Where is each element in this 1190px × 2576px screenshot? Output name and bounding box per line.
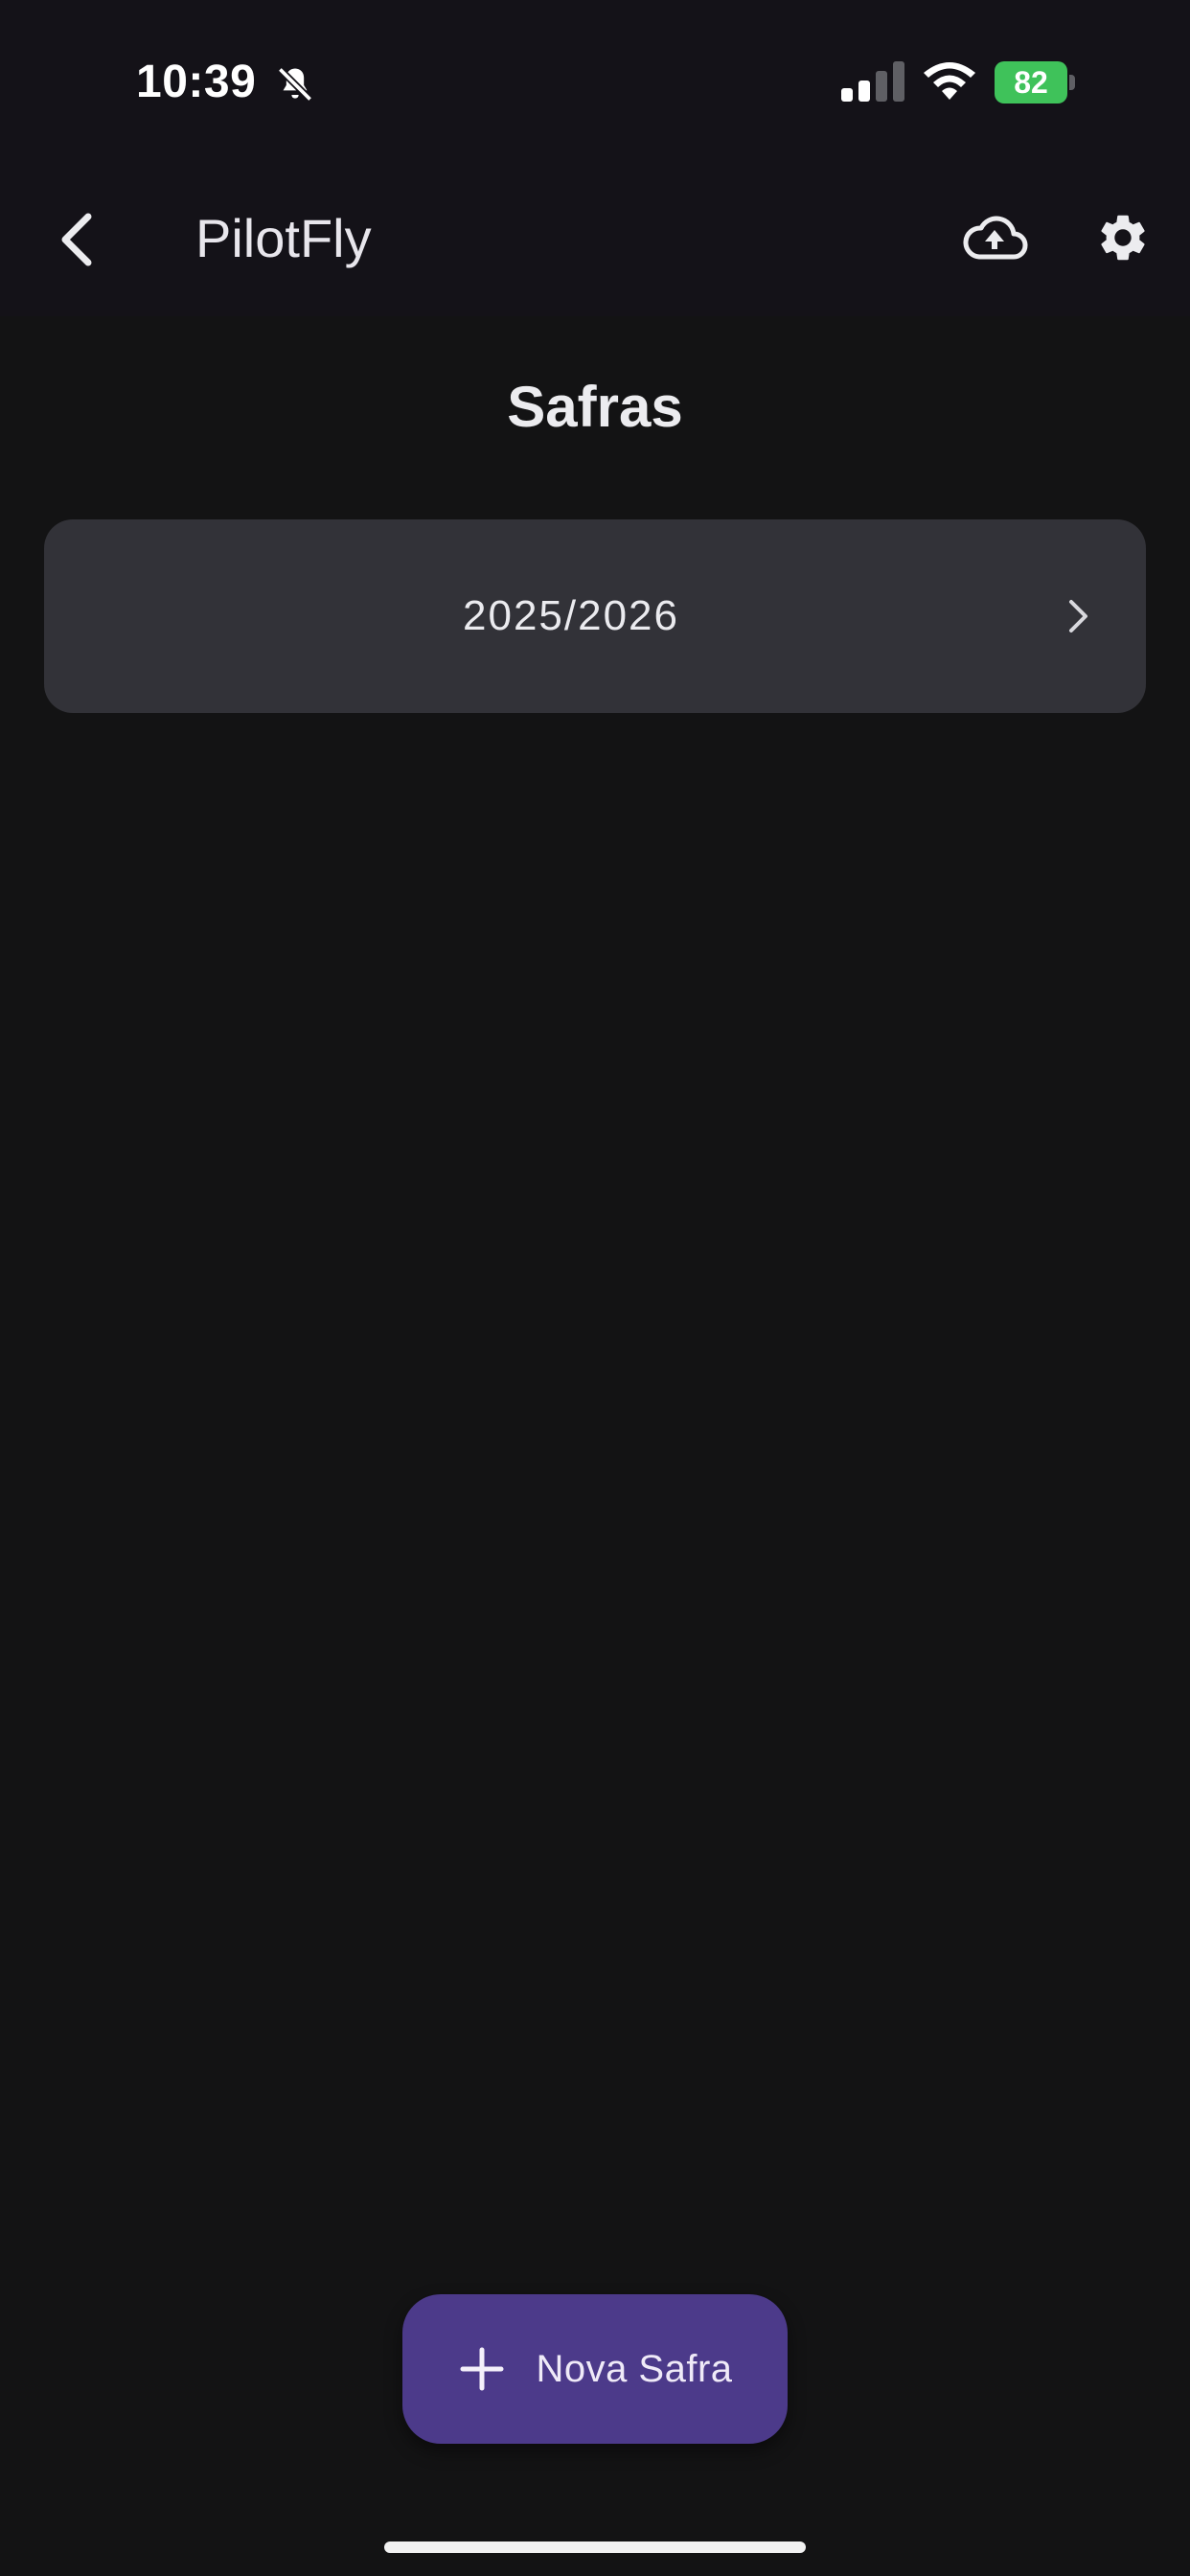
wifi-icon — [924, 62, 975, 100]
app-title: PilotFly — [195, 208, 372, 268]
signal-icon — [841, 61, 904, 102]
battery-cap — [1069, 75, 1075, 90]
bell-slash-icon — [277, 66, 313, 103]
new-season-button[interactable]: Nova Safra — [402, 2294, 788, 2444]
back-arrow-icon — [61, 213, 92, 266]
new-season-label: Nova Safra — [536, 2347, 733, 2390]
battery-charging-icon: 82 — [995, 61, 1075, 104]
status-bar: 10:39 82 — [0, 0, 1190, 163]
season-label: 2025/2026 — [463, 592, 679, 639]
cloud-upload-button[interactable] — [954, 197, 1035, 278]
back-button[interactable] — [38, 201, 115, 278]
settings-button[interactable] — [1083, 197, 1163, 278]
page-title: Safras — [507, 375, 683, 439]
season-card[interactable]: 2025/2026 — [44, 519, 1146, 713]
gear-icon — [1101, 215, 1145, 261]
home-indicator[interactable] — [384, 2542, 806, 2553]
battery-level: 82 — [995, 61, 1067, 104]
cloud-upload-icon — [963, 216, 1028, 260]
chevron-right-icon — [1069, 600, 1087, 632]
plus-icon — [460, 2347, 504, 2391]
app-bar: PilotFly — [0, 163, 1190, 316]
status-time: 10:39 — [136, 57, 257, 107]
